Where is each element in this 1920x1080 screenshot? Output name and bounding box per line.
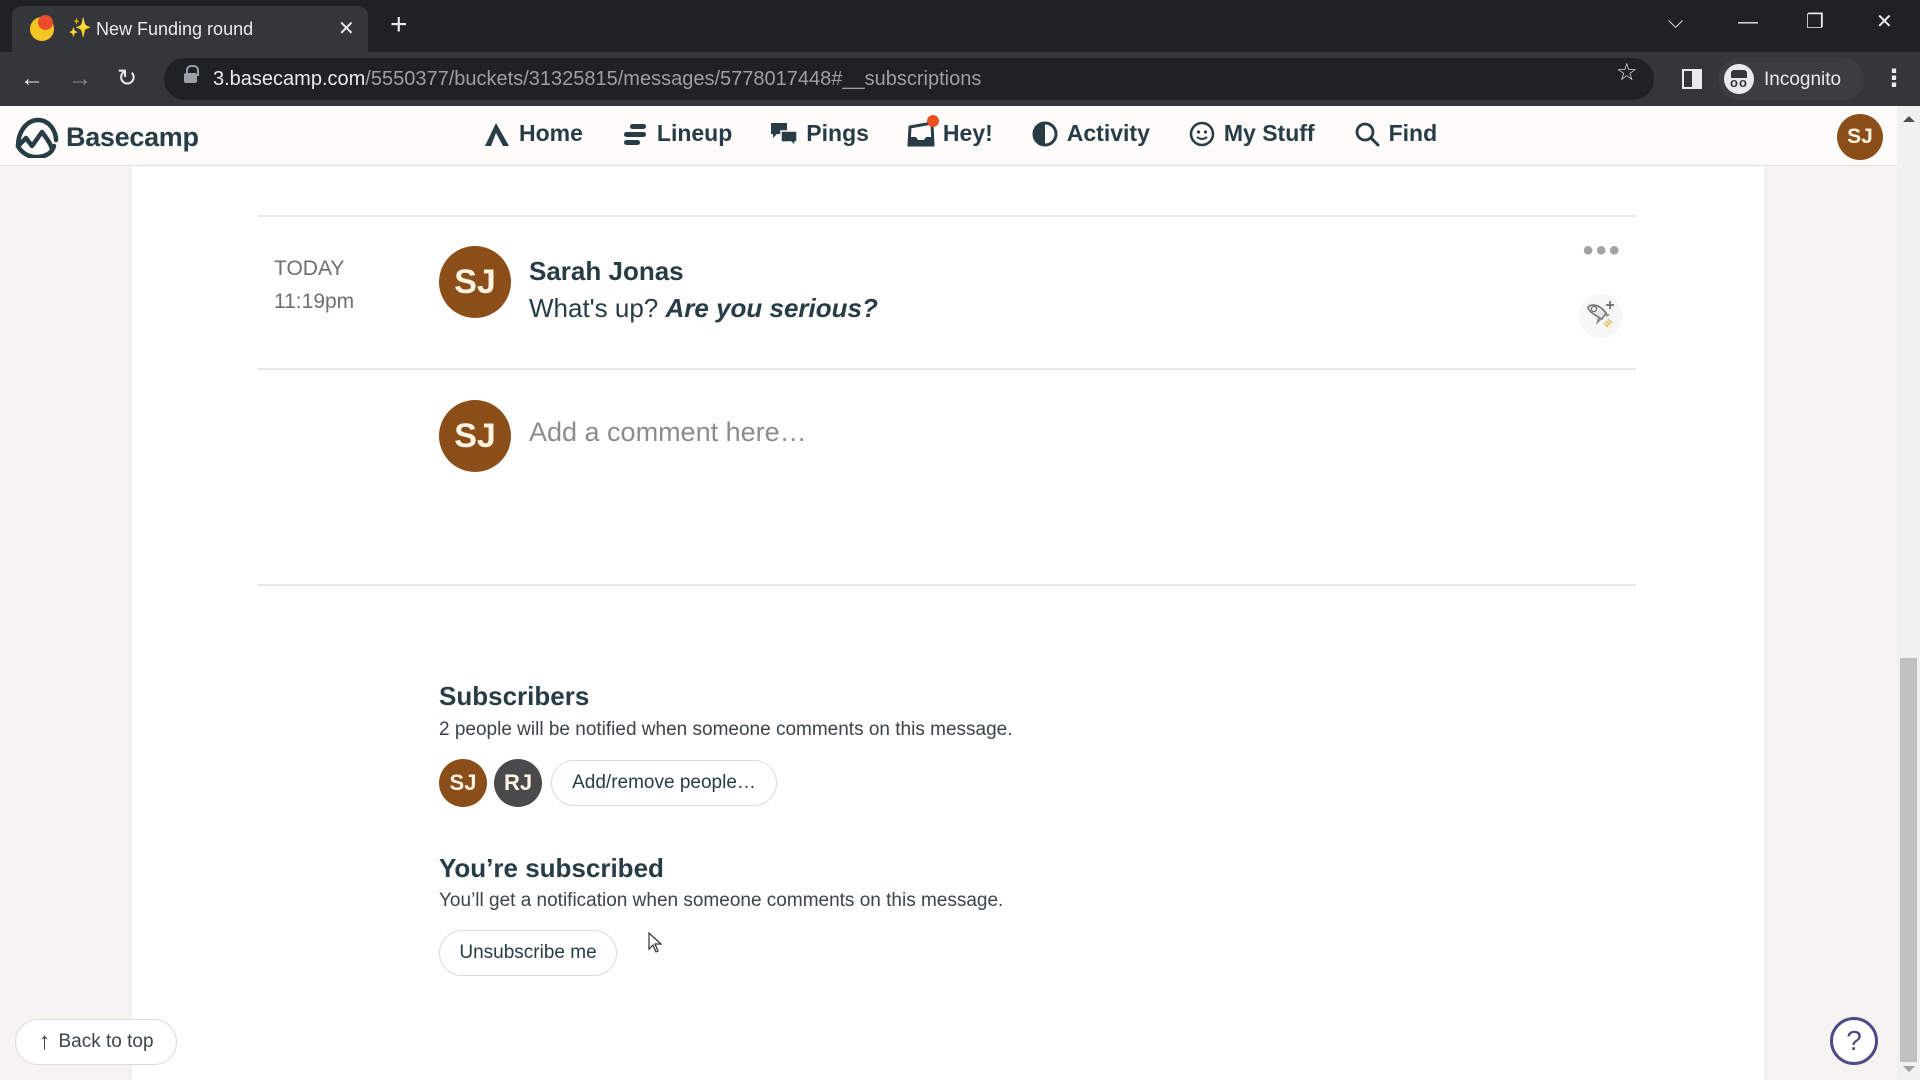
page-scrollbar[interactable]	[1897, 106, 1920, 1080]
scroll-up-arrow-icon[interactable]	[1903, 116, 1915, 122]
user-avatar-menu[interactable]: SJ	[1837, 114, 1883, 160]
new-tab-button[interactable]: +	[390, 10, 408, 40]
forward-arrow-icon[interactable]: →	[68, 64, 92, 94]
comment-time[interactable]: 11:19pm	[274, 290, 354, 314]
lineup-icon	[621, 121, 649, 147]
subscriber-avatar[interactable]: RJ	[494, 759, 542, 807]
comment-body: What's up? Are you serious?	[529, 293, 878, 323]
arrow-up-icon: ↑	[38, 1028, 51, 1055]
comment-day: TODAY	[274, 257, 345, 280]
comment-author: Sarah Jonas	[529, 256, 684, 286]
tab-close-icon[interactable]: ✕	[338, 17, 355, 41]
back-to-top-button[interactable]: ↑ Back to top	[15, 1019, 177, 1065]
browser-toolbar: ← → ↻ 3.basecamp.com/5550377/buckets/313…	[0, 52, 1920, 106]
nav-hey[interactable]: Hey!	[907, 114, 993, 147]
incognito-icon	[1724, 64, 1754, 94]
side-panel-icon[interactable]	[1682, 69, 1702, 89]
nav-find[interactable]: Find	[1353, 120, 1438, 147]
bookmark-star-icon[interactable]: ☆	[1616, 61, 1638, 85]
incognito-label: Incognito	[1764, 69, 1842, 90]
back-to-top-label: Back to top	[58, 1031, 154, 1052]
nav-my-stuff[interactable]: My Stuff	[1188, 120, 1315, 147]
basecamp-favicon-icon	[30, 15, 54, 41]
comment-more-options-icon[interactable]: ●●●	[1582, 240, 1621, 260]
page: Basecamp Home Lineup Pings Hey! Activity…	[0, 106, 1897, 1080]
scroll-down-arrow-icon[interactable]	[1903, 1066, 1915, 1072]
boost-button[interactable]	[1579, 294, 1623, 338]
search-icon	[1353, 121, 1381, 147]
nav-hey-label: Hey!	[942, 120, 993, 146]
nav-home-label: Home	[519, 120, 583, 146]
activity-icon	[1031, 121, 1059, 147]
hey-inbox-icon	[907, 114, 939, 147]
divider	[258, 368, 1636, 370]
basecamp-logo[interactable]: Basecamp	[12, 116, 199, 158]
unsubscribe-button[interactable]: Unsubscribe me	[439, 930, 617, 976]
divider	[258, 215, 1636, 217]
browser-tab[interactable]: ✨ New Funding round ✕	[12, 6, 368, 52]
brand-name: Basecamp	[66, 121, 199, 152]
divider	[258, 584, 1636, 586]
minimize-button[interactable]: —	[1738, 8, 1758, 36]
tab-title: New Funding round	[96, 19, 254, 39]
rocket-boost-icon	[1587, 301, 1614, 328]
help-button[interactable]: ?	[1830, 1017, 1878, 1065]
nav-pings[interactable]: Pings	[770, 120, 869, 147]
message-card: TODAY 11:19pm SJ Sarah Jonas What's up? …	[132, 166, 1764, 1080]
mouse-cursor-icon	[648, 932, 663, 953]
app-header: Basecamp Home Lineup Pings Hey! Activity…	[0, 106, 1897, 166]
notification-dot	[926, 114, 939, 127]
pings-icon	[770, 121, 799, 147]
nav-my-stuff-label: My Stuff	[1223, 120, 1315, 146]
url-text[interactable]: 3.basecamp.com/5550377/buckets/31325815/…	[213, 68, 981, 91]
add-remove-people-button[interactable]: Add/remove people…	[551, 760, 777, 806]
tab-search-chevron-icon[interactable]: ⌵	[1668, 8, 1683, 36]
nav-activity-label: Activity	[1066, 120, 1150, 146]
nav-home[interactable]: Home	[483, 120, 583, 147]
incognito-profile-button[interactable]: Incognito	[1718, 58, 1864, 100]
window-close-button[interactable]: ✕	[1876, 8, 1893, 36]
subscription-description: You’ll get a notification when someone c…	[439, 890, 1004, 911]
subscription-heading: You’re subscribed	[439, 853, 664, 883]
smiley-icon	[1188, 121, 1216, 147]
lock-icon	[184, 65, 199, 85]
nav-find-label: Find	[1388, 120, 1438, 146]
nav-lineup[interactable]: Lineup	[621, 120, 732, 147]
basecamp-logo-icon	[15, 117, 59, 158]
restore-button[interactable]: ❐	[1806, 8, 1824, 36]
main-nav: Home Lineup Pings Hey! Activity My Stuff…	[483, 114, 1438, 147]
subscriber-avatar[interactable]: SJ	[439, 759, 487, 807]
sparkle-emoji-icon: ✨	[68, 18, 92, 39]
browser-tab-bar: ✨ New Funding round ✕ + ⌵ — ❐ ✕	[0, 0, 1920, 52]
nav-activity[interactable]: Activity	[1031, 120, 1150, 147]
subscribers-heading: Subscribers	[439, 681, 590, 711]
add-comment-input[interactable]: Add a comment here…	[529, 417, 807, 448]
reload-icon[interactable]: ↻	[117, 64, 137, 94]
address-bar[interactable]: 3.basecamp.com/5550377/buckets/31325815/…	[164, 58, 1654, 100]
subscribers-description: 2 people will be notified when someone c…	[439, 719, 1013, 740]
back-arrow-icon[interactable]: ←	[20, 64, 44, 94]
nav-pings-label: Pings	[806, 120, 869, 146]
browser-menu-icon[interactable]: ⋮	[1882, 64, 1906, 94]
current-user-avatar: SJ	[439, 400, 511, 472]
scrollbar-thumb[interactable]	[1900, 658, 1917, 1062]
home-icon	[483, 121, 511, 147]
nav-lineup-label: Lineup	[656, 120, 733, 146]
comment-author-avatar[interactable]: SJ	[439, 246, 511, 318]
